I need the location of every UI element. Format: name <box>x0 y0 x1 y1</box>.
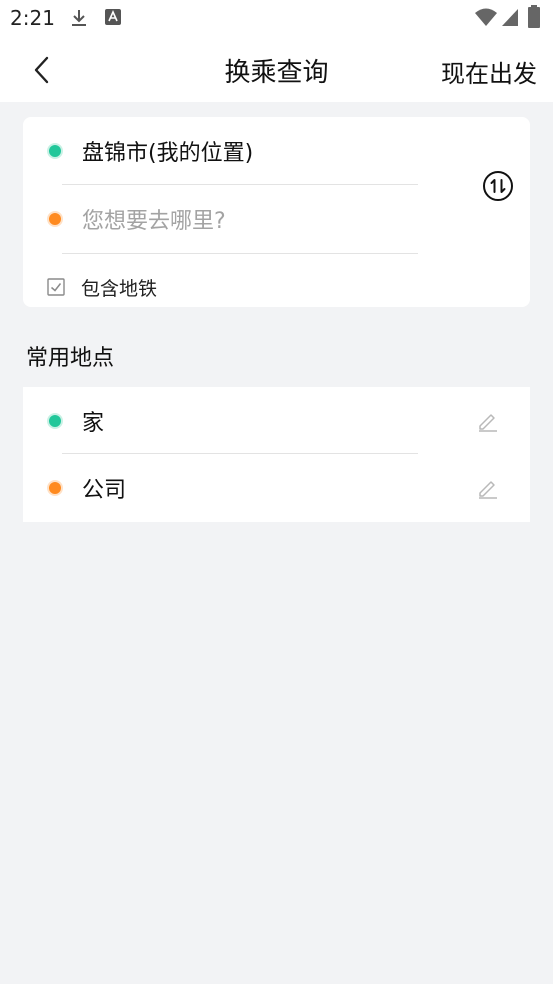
status-bar: 2:21 <box>0 0 553 36</box>
checkbox-icon[interactable] <box>47 278 65 296</box>
divider <box>62 253 418 254</box>
status-time: 2:21 <box>10 6 55 30</box>
place-item-company[interactable]: 公司 <box>23 454 530 522</box>
destination-placeholder: 您想要去哪里? <box>82 209 226 234</box>
pencil-icon[interactable] <box>477 410 499 432</box>
download-icon <box>72 10 86 26</box>
route-card: 盘锦市(我的位置) 您想要去哪里? 包含地铁 <box>23 117 530 307</box>
wifi-icon <box>475 8 497 26</box>
origin-text: 盘锦市(我的位置) <box>82 141 254 166</box>
font-app-icon <box>105 9 121 25</box>
section-title-common-places: 常用地点 <box>26 346 115 371</box>
include-subway-toggle[interactable]: 包含地铁 <box>47 273 157 301</box>
place-label-home: 家 <box>82 411 105 436</box>
depart-now-button[interactable]: 现在出发 <box>441 54 537 89</box>
origin-dot <box>49 145 61 157</box>
place-label-company: 公司 <box>82 478 127 503</box>
destination-field[interactable]: 您想要去哪里? <box>23 185 443 253</box>
origin-field[interactable]: 盘锦市(我的位置) <box>23 117 443 185</box>
swap-icon[interactable] <box>482 170 514 202</box>
place-item-home[interactable]: 家 <box>23 387 530 455</box>
destination-dot <box>49 213 61 225</box>
home-dot <box>49 415 61 427</box>
pencil-icon[interactable] <box>477 477 499 499</box>
common-places-card: 家 公司 <box>23 387 530 522</box>
signal-icon <box>502 9 518 26</box>
battery-icon <box>528 5 540 28</box>
company-dot <box>49 482 61 494</box>
header-bar: 换乘查询 现在出发 <box>0 36 553 102</box>
include-subway-label: 包含地铁 <box>81 277 158 300</box>
